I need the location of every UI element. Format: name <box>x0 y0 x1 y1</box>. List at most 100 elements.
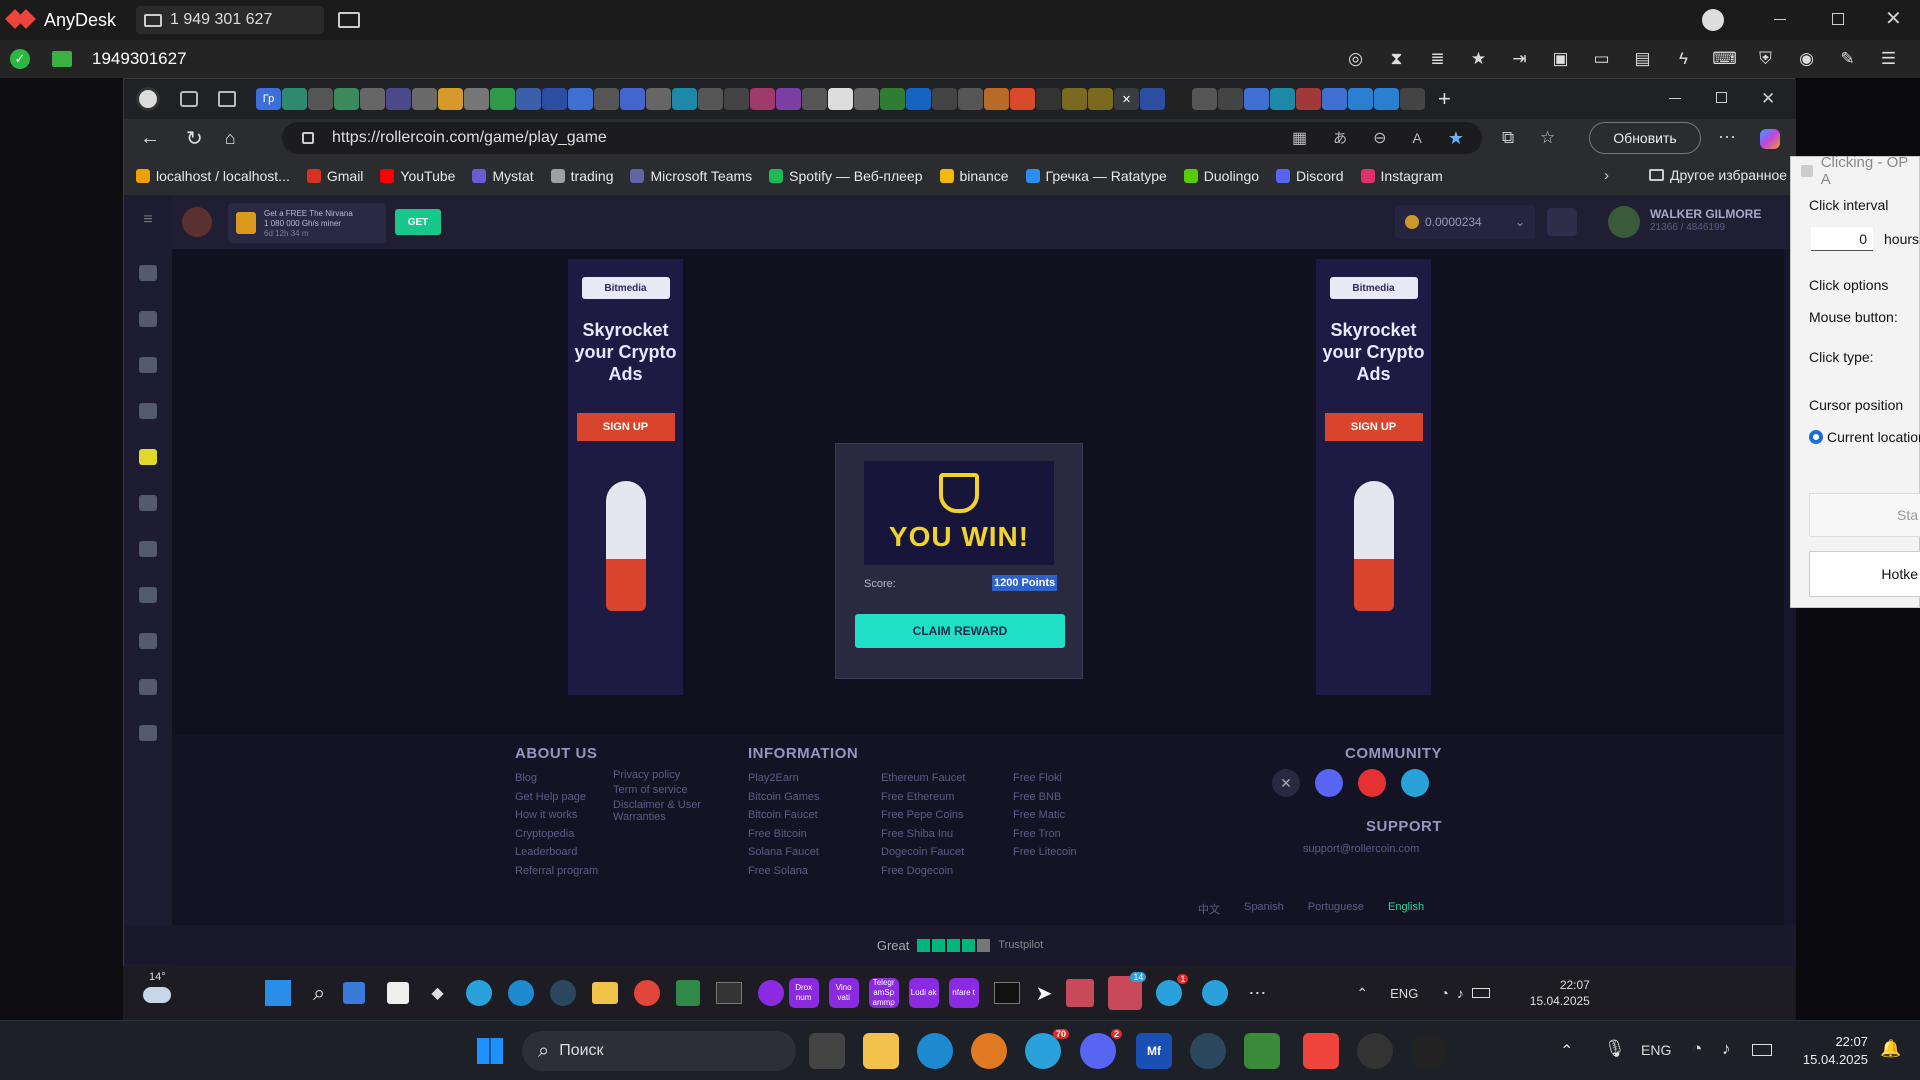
browser-tab[interactable] <box>1296 88 1321 110</box>
steam-icon[interactable] <box>549 980 576 1006</box>
browser-tab[interactable] <box>750 88 775 110</box>
minimize-button[interactable] <box>1774 19 1786 20</box>
browser-tab[interactable] <box>1036 88 1061 110</box>
search-icon[interactable]: ⌕ <box>313 980 325 1006</box>
app-view-icon[interactable]: ▦ <box>1292 128 1307 148</box>
ad-left[interactable]: Bitmedia Skyrocket your Crypto Ads SIGN … <box>568 259 683 695</box>
mf-icon[interactable]: Mf <box>1136 1033 1172 1069</box>
menu-toggle-icon[interactable]: ≡ <box>124 195 172 245</box>
footer-link[interactable]: Free Pepe Coins <box>881 806 965 825</box>
telegram-icon[interactable] <box>1401 769 1429 797</box>
back-icon[interactable]: ← <box>140 127 160 150</box>
footer-link[interactable]: Solana Faucet <box>748 843 820 862</box>
footer-link[interactable]: Term of service <box>613 784 703 796</box>
pen-icon[interactable]: ✎ <box>1827 49 1868 69</box>
wifi-icon[interactable]: ◔ <box>1440 985 1448 1001</box>
browser-tab[interactable] <box>620 88 645 110</box>
translate-icon[interactable]: あ <box>1333 128 1347 148</box>
new-session-icon[interactable] <box>338 12 361 28</box>
pinned-app-icon[interactable]: Telegr amSp ammp <box>868 978 899 1008</box>
promo-get-button[interactable]: GET <box>395 209 441 235</box>
lang-indicator[interactable]: ENG <box>1641 1042 1671 1058</box>
footer-link[interactable]: Free Bitcoin <box>748 825 820 844</box>
browser-tab[interactable] <box>1400 88 1425 110</box>
claim-reward-button[interactable]: CLAIM REWARD <box>855 614 1065 648</box>
browser-tab[interactable] <box>854 88 879 110</box>
browser-tab[interactable] <box>724 88 749 110</box>
keyboard-icon[interactable]: ⌨ <box>1704 49 1745 69</box>
browser-tab[interactable] <box>438 88 463 110</box>
clicker-icon[interactable] <box>1066 979 1095 1007</box>
bookmark-item[interactable]: Spotify — Веб-плеер <box>769 168 923 184</box>
bookmark-item[interactable]: localhost / localhost... <box>136 168 290 184</box>
terminal-icon[interactable] <box>715 982 742 1004</box>
read-aloud-icon[interactable]: A <box>1413 130 1422 146</box>
fl-studio-icon[interactable] <box>971 1033 1007 1069</box>
refresh-icon[interactable]: ↻ <box>186 126 203 151</box>
wallet-button-icon[interactable] <box>1547 208 1577 236</box>
browser-tab[interactable] <box>906 88 931 110</box>
browser-tab[interactable] <box>542 88 567 110</box>
bookmark-item[interactable]: YouTube <box>380 168 455 184</box>
folder-icon[interactable] <box>591 982 618 1004</box>
tray-chevron-icon[interactable]: ⌃ <box>1356 985 1368 1002</box>
bookmark-item[interactable]: Microsoft Teams <box>630 168 752 184</box>
browser-tab[interactable] <box>646 88 671 110</box>
update-button[interactable]: Обновить <box>1589 122 1701 154</box>
footer-link[interactable]: Play2Earn <box>748 769 820 788</box>
action-icon[interactable]: ϟ <box>1663 49 1704 69</box>
profile-avatar[interactable] <box>136 87 160 111</box>
battery-icon[interactable] <box>1471 988 1490 998</box>
trustpilot-brand[interactable]: Trustpilot <box>998 939 1043 951</box>
home-icon[interactable] <box>124 250 172 296</box>
window-close[interactable]: ✕ <box>1761 89 1775 109</box>
shield-icon[interactable]: ⛨ <box>1745 49 1786 69</box>
bookmark-item[interactable]: Instagram <box>1360 168 1443 184</box>
obs-icon[interactable] <box>1411 1033 1447 1069</box>
new-tab-button[interactable]: + <box>1438 86 1451 112</box>
promo-banner[interactable]: Get a FREE The Nirvana 1 080 000 Gh/s mi… <box>228 203 386 243</box>
footer-link[interactable]: Referral program <box>515 862 598 881</box>
file-transfer-icon[interactable]: ⇥ <box>1499 49 1540 69</box>
volume-icon[interactable]: ♪ <box>1722 1039 1731 1059</box>
browser-tab[interactable] <box>516 88 541 110</box>
avatar[interactable] <box>1608 206 1640 238</box>
window-minimize[interactable] <box>1669 98 1681 99</box>
active-tab-close[interactable]: ✕ <box>1114 88 1139 110</box>
bookmark-item[interactable]: binance <box>939 168 1009 184</box>
edge-icon[interactable] <box>917 1033 953 1069</box>
tray-chevron-icon[interactable]: ⌃ <box>1560 1041 1573 1061</box>
browser-tab[interactable] <box>282 88 307 110</box>
favorite-star-icon[interactable]: ★ <box>1448 128 1464 149</box>
zoom-icon[interactable]: ⊖ <box>1373 128 1386 148</box>
browser-tab[interactable] <box>1218 88 1243 110</box>
mouse-icon[interactable] <box>1357 1033 1393 1069</box>
footer-link[interactable]: Get Help page <box>515 788 598 807</box>
browser-tab[interactable] <box>1322 88 1347 110</box>
footer-link[interactable]: Cryptopedia <box>515 825 598 844</box>
record-icon[interactable]: ◉ <box>1786 49 1827 69</box>
battery-icon[interactable] <box>1752 1044 1772 1056</box>
miner-icon[interactable] <box>124 342 172 388</box>
browser-tab[interactable] <box>958 88 983 110</box>
cursor-icon[interactable]: ➤ <box>1036 981 1053 1006</box>
volume-icon[interactable]: ♪ <box>1457 985 1464 1001</box>
current-location-radio[interactable]: Current location <box>1809 429 1920 445</box>
footer-link[interactable]: Ethereum Faucet <box>881 769 965 788</box>
other-favorites[interactable]: Другое избранное <box>1649 167 1787 183</box>
database-icon[interactable]: ≣ <box>1417 49 1458 69</box>
privacy-icon[interactable]: ◎ <box>1335 49 1376 69</box>
browser-tab[interactable] <box>360 88 385 110</box>
browser-tab[interactable] <box>412 88 437 110</box>
discord-icon[interactable] <box>1315 769 1343 797</box>
chevron-right-icon[interactable]: › <box>1604 167 1609 184</box>
discord-icon[interactable]: 2 <box>1080 1029 1122 1069</box>
browser-tab[interactable] <box>1374 88 1399 110</box>
telegram-alt-icon[interactable]: 1 <box>1156 974 1189 1006</box>
notes-icon[interactable] <box>387 982 410 1004</box>
telegram-icon[interactable]: 70 <box>1025 1029 1069 1069</box>
footer-link[interactable]: Free Floki <box>1013 769 1077 788</box>
footer-link[interactable]: Free Ethereum <box>881 788 965 807</box>
cmd-icon[interactable] <box>993 982 1020 1004</box>
browser-tab[interactable] <box>1010 88 1035 110</box>
